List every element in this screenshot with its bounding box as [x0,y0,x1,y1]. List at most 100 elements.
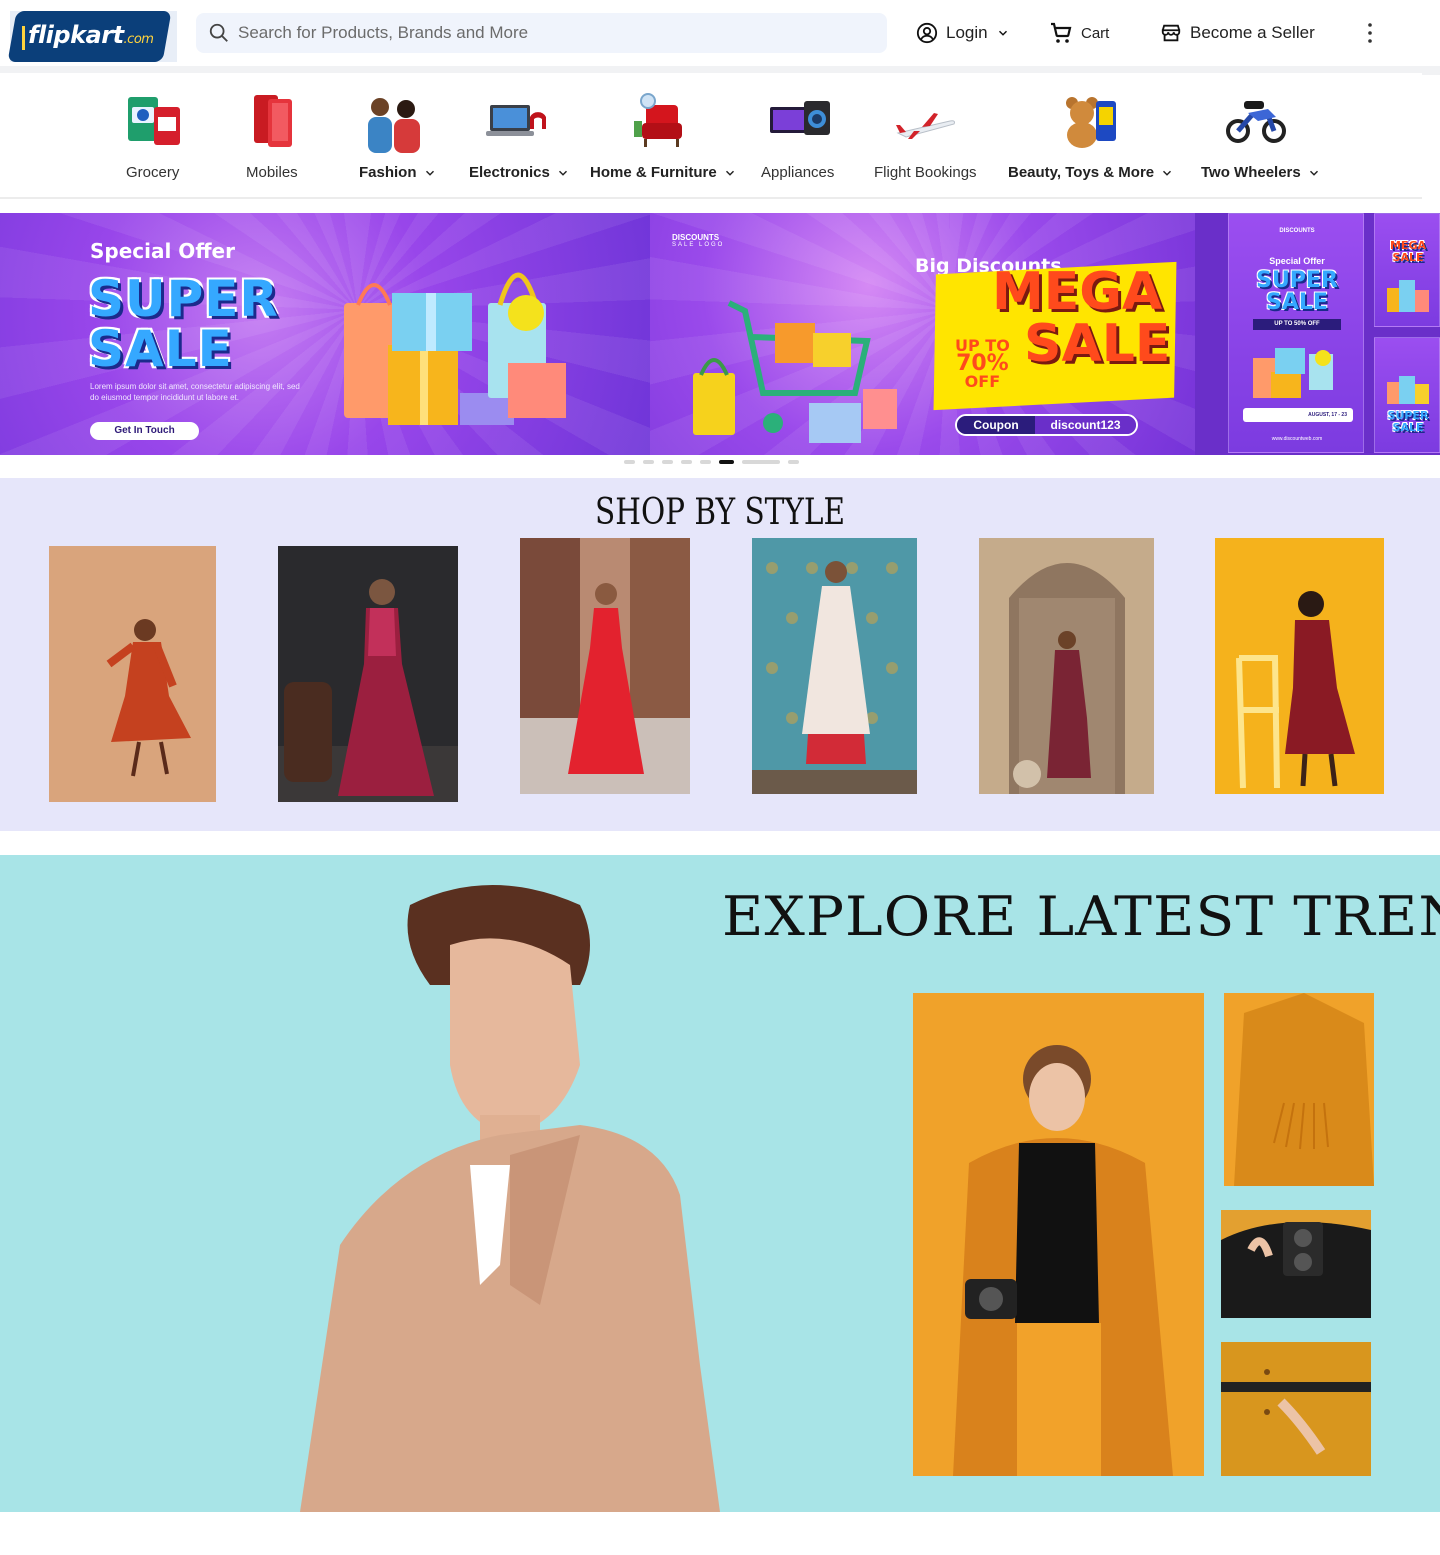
trend-photo-fringe-jacket[interactable] [1224,993,1374,1186]
coupon-code: discount123 [1035,416,1136,434]
category-home-furniture[interactable]: Home & Furniture [590,73,734,199]
carousel-dot[interactable] [700,460,711,464]
mobile-phone-icon [254,95,292,147]
style-photo-orange-dress[interactable] [49,546,216,802]
category-grocery[interactable]: Grocery [110,73,194,199]
mini-super-poster: SUPER SALE [1374,337,1440,453]
seller-label: Become a Seller [1190,23,1315,42]
shopping-bags-gifts-image [344,272,566,425]
shopping-cart-gifts-image [693,300,897,443]
super-sale-poster: DISCOUNTS Special Offer SUPER SALE UP TO… [1228,213,1364,453]
logo-suffix: .com [123,32,154,47]
cart-label: Cart [1081,24,1110,42]
airplane-icon [896,113,955,139]
poster-site: www.discountweb.com [1271,436,1323,442]
carousel-dot-active[interactable] [719,460,734,464]
sale-text: SALE [1024,314,1171,374]
category-label: Fashion [359,164,417,181]
get-in-touch-button[interactable]: Get In Touch [90,422,199,440]
tv-appliance-icon [770,101,830,135]
trend-photo-yellow-suit[interactable] [1221,1342,1371,1476]
banner-slide-super-sale[interactable]: Special Offer SUPER SALE Lorem ipsum dol… [0,213,650,455]
category-label-wrap: Beauty, Toys & More [1008,164,1174,181]
trend-hero-model-image[interactable] [280,865,860,1512]
coupon-label: Coupon [957,416,1035,434]
special-offer-text: Special Offer [90,239,235,263]
carousel-dot[interactable] [643,460,654,464]
discounts-logo-text: DISCOUNTS [672,233,720,242]
fashion-models-icon [368,98,420,153]
search-input[interactable] [238,13,858,53]
poster-gifts-image [1253,348,1333,398]
poster-sale-text: SALE [1266,290,1328,315]
carousel-dots [624,460,799,464]
carousel-dot[interactable] [742,460,780,464]
category-bar: Grocery Mobiles Fashion Electronics Home… [0,73,1422,199]
carousel-dot[interactable] [662,460,673,464]
discounts-logo: DISCOUNTS SALE LOGO [672,233,724,248]
page: flipkart.com Login Cart Become a Seller … [0,0,1440,1555]
style-photo-ethnic-white-kurta[interactable] [752,538,917,794]
carousel-dot[interactable] [624,460,635,464]
mini-super-text: SUPER SALE [1387,409,1429,434]
category-fashion[interactable]: Fashion [355,73,439,199]
trend-photo-vintage-camera[interactable] [1221,1210,1371,1318]
category-beauty-toys[interactable]: Beauty, Toys & More [1008,73,1172,199]
shop-by-style-title: SHOP BY STYLE [594,492,846,533]
flipkart-logo[interactable]: flipkart.com [7,11,177,62]
poster-super-text: SUPER [1256,268,1338,293]
user-icon [916,22,938,44]
coupon-pill[interactable]: Coupon discount123 [955,414,1138,436]
category-label: Grocery [126,164,180,181]
poster-tag: UP TO 50% OFF [1253,319,1341,330]
category-label: Flight Bookings [874,164,977,181]
style-photo-saree-archway[interactable] [979,538,1154,794]
cart-icon [1051,22,1072,43]
store-icon [1161,24,1181,42]
sale-text: SALE [88,320,233,378]
trend-photo-orange-coat[interactable] [913,993,1204,1476]
search-bar[interactable] [196,13,887,53]
chevron-down-icon [558,170,567,176]
category-electronics[interactable]: Electronics [468,73,567,199]
poster-date: AUGUST, 17 - 23 [1243,408,1353,422]
style-photo-burgundy-gown[interactable] [278,546,458,802]
explore-trends-section: EXPLORE LATEST TRENDS [0,855,1440,1512]
mega-text: MEGA [992,262,1163,322]
mini-gifts-image [1387,376,1429,404]
style-photo-maroon-dress-yellow[interactable] [1215,538,1384,794]
login-button[interactable]: Login [916,18,1010,48]
armchair-icon [634,93,682,147]
chevron-down-icon [1163,170,1172,176]
search-icon [209,23,228,42]
category-label-wrap: Electronics [469,164,570,181]
carousel-dot[interactable] [681,460,692,464]
category-label-wrap: Two Wheelers [1201,164,1321,181]
category-mobiles[interactable]: Mobiles [237,73,307,199]
logo-text: flipkart.com [28,21,154,49]
category-label: Electronics [469,164,550,181]
explore-trends-title: EXPLORE LATEST TRENDS [722,885,1440,948]
percent-text: 70% [956,351,1009,376]
header: flipkart.com Login Cart Become a Seller [0,0,1440,66]
mini-mega-poster: MEGA SALE [1374,213,1440,327]
grocery-icon [128,97,180,145]
discounts-logo-sub: SALE LOGO [672,242,725,248]
chevron-down-icon [998,30,1007,36]
category-label: Two Wheelers [1201,164,1301,181]
category-two-wheelers[interactable]: Two Wheelers [1200,73,1318,199]
category-flight-bookings[interactable]: Flight Bookings [872,73,982,199]
more-options-icon[interactable] [1362,20,1378,46]
teddy-bear-icon [1066,97,1116,148]
style-photo-red-gown[interactable] [520,538,690,794]
upto-discount: UP TO 70% OFF [955,337,1010,391]
category-label: Appliances [761,164,835,181]
mini-mega-text: MEGA SALE [1389,239,1426,264]
cart-button[interactable]: Cart [1049,18,1109,48]
carousel-dot[interactable] [788,460,799,464]
poster-offer: Special Offer [1269,256,1325,266]
promo-banner-carousel[interactable]: Special Offer SUPER SALE Lorem ipsum dol… [0,213,1440,455]
category-label: Home & Furniture [590,164,717,181]
category-appliances[interactable]: Appliances [760,73,840,199]
become-seller-button[interactable]: Become a Seller [1160,18,1315,48]
